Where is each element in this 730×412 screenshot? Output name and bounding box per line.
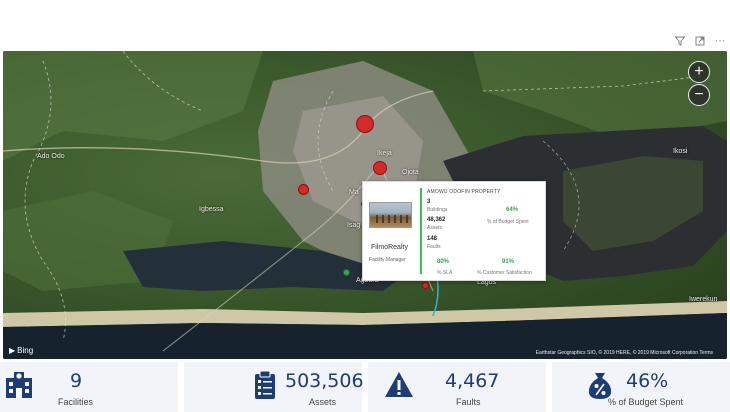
budget-value-kpi: 46%: [626, 370, 669, 392]
buildings-value: 3: [427, 199, 431, 205]
facility-marker[interactable]: [373, 161, 387, 175]
faults-label: Faults: [427, 244, 441, 250]
assets-label: Assets: [427, 225, 443, 231]
money-bag-icon: [588, 373, 612, 399]
budget-value: 64%: [506, 207, 519, 213]
place-label-ma: Ma: [349, 189, 359, 196]
assets-label-kpi: Assets: [309, 397, 337, 407]
budget-label-kpi: % of Budget Spent: [608, 397, 684, 407]
satisfaction-label: % Customer Satisfaction: [477, 270, 532, 276]
tooltip-divider: [420, 188, 422, 274]
facilities-value: 9: [70, 370, 83, 392]
company-name: FilmoRealty: [371, 244, 408, 251]
assets-value: 48,362: [427, 217, 446, 223]
faults-value: 148: [427, 236, 438, 242]
visual-header: ···: [674, 34, 726, 48]
facility-marker[interactable]: [298, 184, 309, 195]
building-photo: [369, 202, 412, 228]
facility-marker[interactable]: [356, 115, 374, 133]
facilities-label: Facilities: [58, 397, 94, 407]
kpi-card-budget[interactable]: 46% % of Budget Spent: [552, 362, 730, 412]
property-name: AMOWU ODOFIN PROPERTY: [427, 189, 501, 195]
place-label-igbessa: Igbessa: [199, 206, 224, 213]
bing-attribution: ▶ Bing: [9, 346, 33, 355]
budget-label: % of Budget Spent: [487, 219, 529, 225]
sla-label: % SLA: [437, 270, 453, 276]
map-copyright[interactable]: Earthstar Geographics SIO, © 2019 HERE, …: [536, 350, 713, 356]
bing-logo-icon: ▶: [9, 346, 16, 355]
kpi-row: 9 Facilities 503,506 Assets 4,467 Faults: [0, 362, 730, 412]
hospital-building-icon: [6, 372, 32, 398]
filter-icon[interactable]: [674, 35, 686, 47]
zoom-in-button[interactable]: +: [688, 61, 710, 83]
kpi-card-assets[interactable]: 503,506 Assets: [184, 362, 364, 412]
focus-mode-icon[interactable]: [694, 35, 706, 47]
facility-tooltip: FilmoRealty Facility Manager AMOWU ODOFI…: [362, 181, 546, 281]
sla-value: 80%: [437, 259, 450, 265]
place-label-isag: Isag: [347, 222, 361, 229]
place-label-ojota: Ojota: [402, 169, 419, 176]
place-label-iwerekun: Iwerekun: [689, 296, 718, 303]
place-label-ikeja: Ikeja: [377, 150, 392, 157]
buildings-label: Buildings: [427, 207, 448, 213]
bing-label: Bing: [17, 346, 34, 355]
place-label-ado-odo: Ado Odo: [37, 153, 65, 160]
place-label-ikosi: Ikosi: [673, 148, 688, 155]
dashboard-page: ··· + − Ado Odo Igbessa Ikeja Ojota Ikos…: [0, 0, 730, 412]
kpi-card-faults[interactable]: 4,467 Faults: [368, 362, 546, 412]
zoom-out-button[interactable]: −: [688, 84, 710, 106]
satisfaction-value: 91%: [502, 259, 515, 265]
warning-icon: [385, 372, 413, 397]
role-label: Facility Manager: [369, 257, 406, 263]
faults-label-kpi: Faults: [456, 397, 481, 407]
faults-value-kpi: 4,467: [445, 370, 500, 392]
clipboard-icon: [255, 370, 275, 399]
assets-value-kpi: 503,506: [285, 370, 364, 392]
more-options-icon[interactable]: ···: [714, 35, 726, 47]
facility-marker[interactable]: [422, 282, 429, 289]
kpi-card-facilities[interactable]: 9 Facilities: [0, 362, 178, 412]
facility-marker-selected[interactable]: [343, 269, 350, 276]
